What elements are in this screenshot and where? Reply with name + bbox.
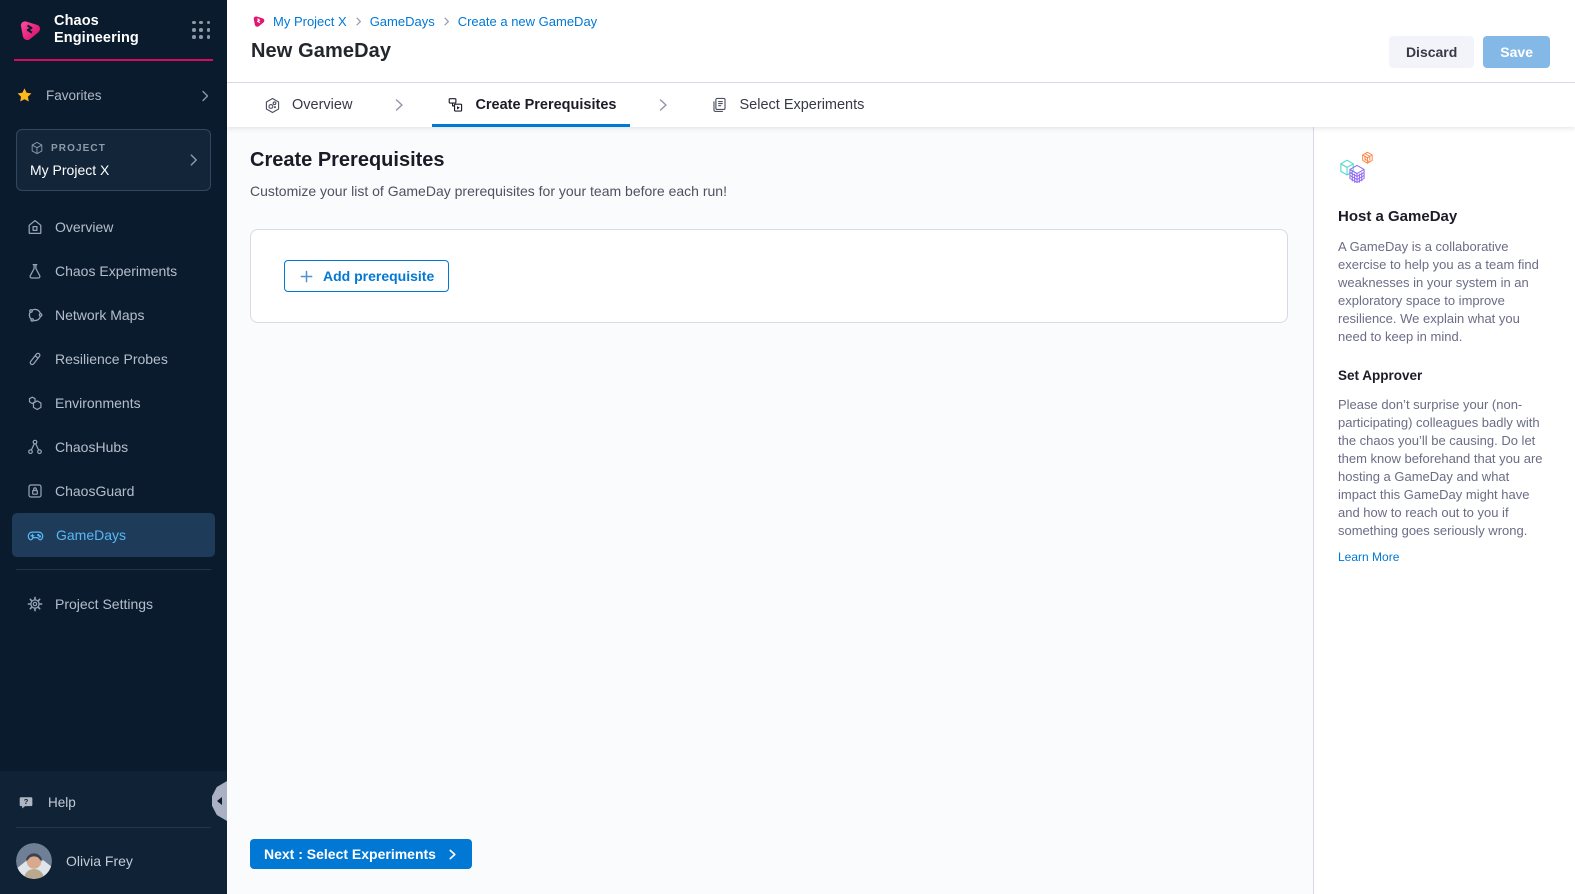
save-button[interactable]: Save — [1483, 36, 1550, 68]
sidebar-item-gamedays[interactable]: GameDays — [12, 513, 215, 557]
breadcrumb-current[interactable]: Create a new GameDay — [458, 14, 597, 29]
chevron-right-icon — [199, 90, 211, 102]
cube-icon — [30, 141, 44, 155]
chevron-right-icon — [442, 17, 451, 26]
sidebar-nav: Overview Chaos Experiments Network Maps — [12, 205, 215, 557]
discard-button[interactable]: Discard — [1389, 36, 1474, 68]
project-selector[interactable]: PROJECT My Project X — [16, 129, 211, 191]
breadcrumb-project[interactable]: My Project X — [273, 14, 347, 29]
header-actions: Discard Save — [1389, 36, 1550, 68]
help-chat-icon: ? — [18, 794, 35, 811]
prerequisites-panel: Create Prerequisites Customize your list… — [227, 127, 1313, 894]
help-label: Help — [48, 795, 76, 810]
add-prerequisite-button[interactable]: Add prerequisite — [284, 260, 449, 292]
aside-subheading: Set Approver — [1338, 368, 1547, 383]
sidebar-item-label: Project Settings — [55, 596, 153, 612]
sidebar-item-resilience-probes[interactable]: Resilience Probes — [12, 337, 215, 381]
page-header: My Project X GameDays Create a new GameD… — [227, 0, 1575, 83]
tab-label: Create Prerequisites — [475, 97, 616, 113]
tab-overview[interactable]: Overview — [249, 83, 366, 127]
page-title: New GameDay — [251, 40, 1551, 63]
guard-icon — [26, 482, 44, 500]
aside-paragraph: Please don’t surprise your (non-particip… — [1338, 396, 1547, 540]
sidebar-item-network-maps[interactable]: Network Maps — [12, 293, 215, 337]
avatar — [16, 843, 52, 879]
sidebar-item-label: Resilience Probes — [55, 351, 168, 367]
brand-header: Chaos Engineering — [0, 0, 227, 47]
breadcrumb-logo-icon — [251, 14, 266, 29]
star-icon — [16, 87, 33, 104]
sidebar-item-label: Overview — [55, 219, 113, 235]
breadcrumb: My Project X GameDays Create a new GameD… — [251, 12, 1551, 30]
brand-accent-line — [14, 59, 213, 61]
sidebar-divider — [16, 569, 211, 570]
sidebar-item-label: GameDays — [56, 527, 126, 543]
chevron-right-icon — [187, 154, 200, 167]
chevron-right-icon — [630, 83, 696, 127]
user-profile[interactable]: Olivia Frey — [0, 832, 227, 894]
sidebar-item-environments[interactable]: Environments — [12, 381, 215, 425]
add-prerequisite-label: Add prerequisite — [323, 268, 434, 284]
sitemap-play-icon — [446, 96, 465, 115]
next-button-label: Next : Select Experiments — [264, 846, 436, 862]
hub-icon — [26, 438, 44, 456]
home-icon — [26, 218, 44, 236]
favorites-label: Favorites — [46, 88, 186, 103]
content-area: Create Prerequisites Customize your list… — [227, 127, 1575, 894]
stacked-docs-icon — [710, 96, 729, 115]
main-column: My Project X GameDays Create a new GameD… — [227, 0, 1575, 894]
sidebar-bottom-section: ? Help Olivia Frey — [0, 771, 227, 894]
favorites-row[interactable]: Favorites — [16, 87, 211, 104]
sidebar-item-label: Environments — [55, 395, 141, 411]
sidebar-item-chaosguard[interactable]: ChaosGuard — [12, 469, 215, 513]
sidebar-item-chaos-experiments[interactable]: Chaos Experiments — [12, 249, 215, 293]
chaos-engineering-logo-icon — [16, 17, 43, 44]
aside-heading: Host a GameDay — [1338, 208, 1547, 225]
tab-create-prerequisites[interactable]: Create Prerequisites — [432, 83, 630, 127]
sidebar-item-project-settings[interactable]: Project Settings — [12, 582, 215, 626]
hexagon-gear-icon — [263, 96, 282, 115]
environments-icon — [26, 394, 44, 412]
breadcrumb-gamedays[interactable]: GameDays — [370, 14, 435, 29]
sidebar: Chaos Engineering Favorites PROJECT My P… — [0, 0, 227, 894]
gear-icon — [26, 595, 44, 613]
sidebar-item-label: Network Maps — [55, 307, 144, 323]
svg-text:?: ? — [24, 797, 29, 806]
network-map-icon — [26, 306, 44, 324]
tab-label: Select Experiments — [739, 97, 864, 113]
chevron-right-icon — [366, 83, 432, 127]
project-name: My Project X — [30, 162, 180, 178]
probe-icon — [26, 350, 44, 368]
chevron-right-icon — [447, 849, 458, 860]
gamepad-icon — [26, 526, 45, 545]
flask-icon — [26, 262, 44, 280]
section-heading: Create Prerequisites — [250, 149, 1288, 172]
sidebar-item-label: ChaosGuard — [55, 483, 134, 499]
brand-title: Chaos Engineering — [54, 13, 181, 47]
sidebar-item-chaoshubs[interactable]: ChaosHubs — [12, 425, 215, 469]
project-eyebrow-label: PROJECT — [51, 143, 106, 154]
module-grid-icon[interactable] — [192, 21, 211, 40]
help-button[interactable]: ? Help — [0, 781, 227, 823]
help-aside: Host a GameDay A GameDay is a collaborat… — [1314, 127, 1575, 894]
tab-select-experiments[interactable]: Select Experiments — [696, 83, 878, 127]
prerequisites-card: Add prerequisite — [250, 229, 1288, 323]
section-subheading: Customize your list of GameDay prerequis… — [250, 183, 1288, 199]
plus-icon — [299, 269, 314, 284]
learn-more-link[interactable]: Learn More — [1338, 550, 1399, 564]
sidebar-item-label: Chaos Experiments — [55, 263, 177, 279]
user-name: Olivia Frey — [66, 853, 133, 869]
chevron-right-icon — [354, 17, 363, 26]
sidebar-divider — [16, 827, 211, 828]
next-select-experiments-button[interactable]: Next : Select Experiments — [250, 839, 472, 869]
sidebar-item-overview[interactable]: Overview — [12, 205, 215, 249]
tab-label: Overview — [292, 97, 352, 113]
cubes-illustration-icon — [1338, 151, 1547, 187]
sidebar-item-label: ChaosHubs — [55, 439, 128, 455]
wizard-tab-bar: Overview Create Prerequisites — [227, 83, 1575, 127]
aside-paragraph: A GameDay is a collaborative exercise to… — [1338, 238, 1547, 346]
